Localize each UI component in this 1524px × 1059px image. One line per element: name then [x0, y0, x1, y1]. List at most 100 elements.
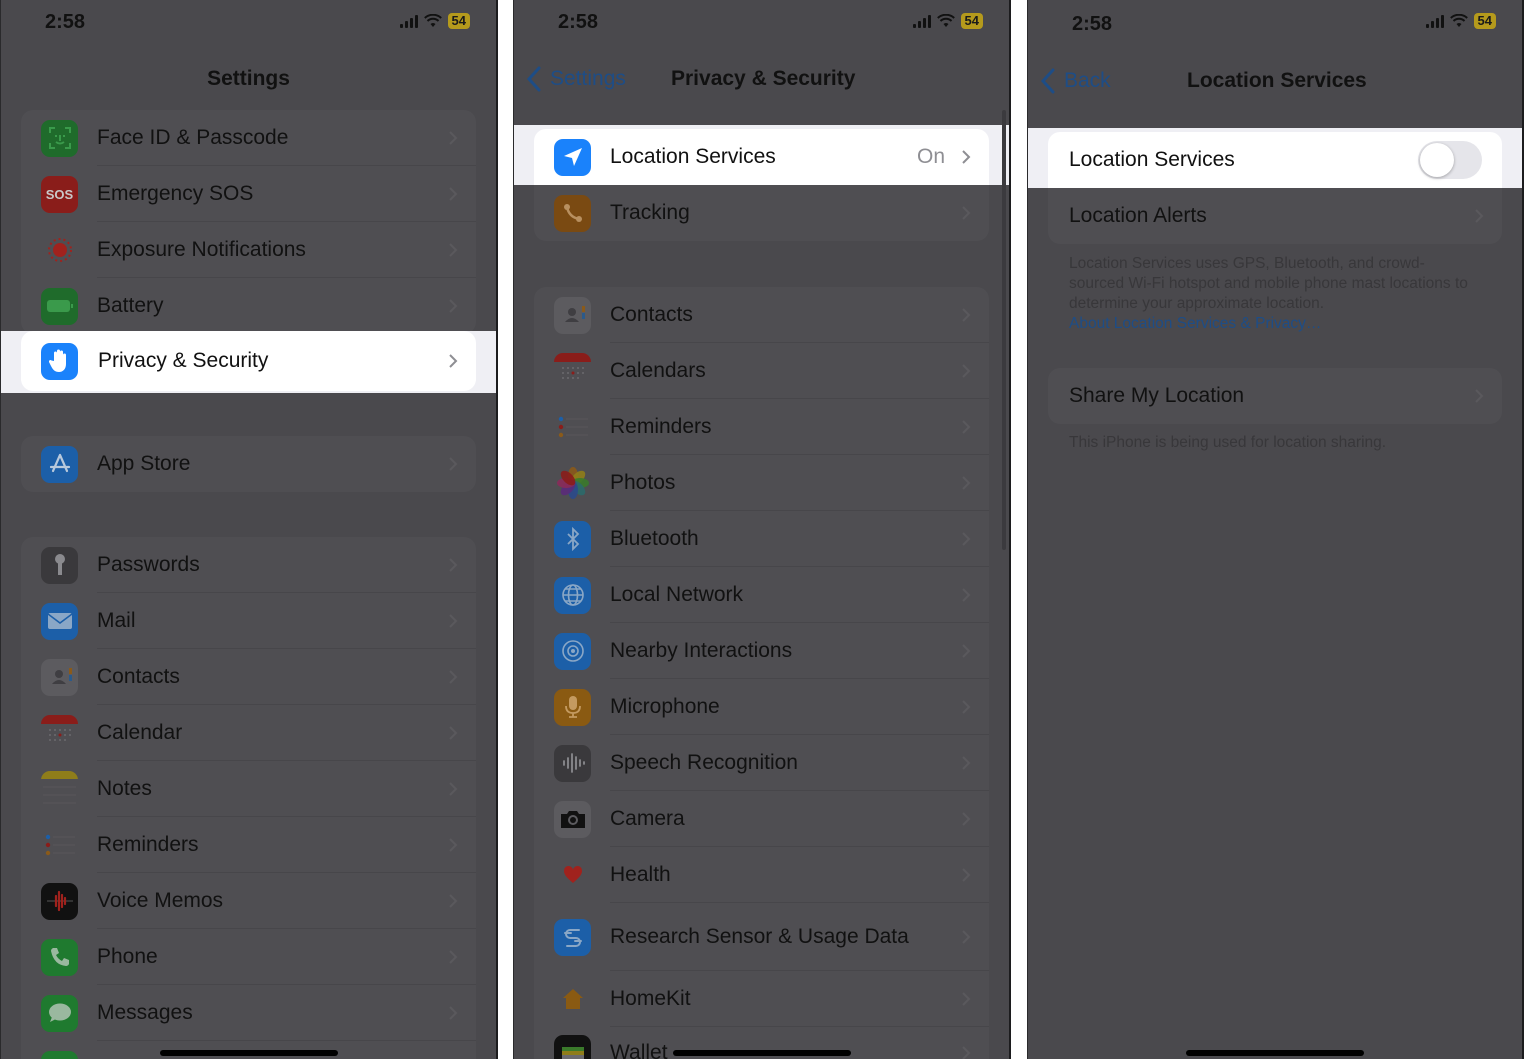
chevron-right-icon	[449, 243, 458, 257]
chevron-right-icon	[449, 726, 458, 740]
bluetooth-icon	[554, 520, 591, 558]
battery-level: 54	[1473, 13, 1496, 29]
settings-row-reminders[interactable]: Reminders	[21, 817, 476, 873]
privacy-row-contacts[interactable]: Contacts	[534, 287, 989, 343]
settings-row-messages[interactable]: Messages	[21, 985, 476, 1041]
settings-row-calendar[interactable]: Calendar	[21, 705, 476, 761]
reminders-icon	[554, 408, 591, 446]
app-store-icon	[41, 445, 78, 483]
page-title: Settings	[207, 67, 290, 90]
heart-icon	[554, 856, 591, 894]
back-button[interactable]: Back	[1040, 68, 1111, 94]
calendar-icon	[554, 352, 591, 390]
signal-icon	[912, 14, 931, 28]
settings-row-voice-memos[interactable]: Voice Memos	[21, 873, 476, 929]
highlight-band: Location Services On	[514, 125, 1009, 185]
settings-row-privacy-security[interactable]: Privacy & Security	[21, 331, 476, 391]
privacy-row-local-network[interactable]: Local Network	[534, 567, 989, 623]
privacy-row-tracking[interactable]: Tracking	[534, 185, 989, 241]
status-time: 2:58	[1072, 13, 1113, 35]
location-alerts-row[interactable]: Location Alerts	[1048, 188, 1502, 244]
status-bar: 2:58 54	[514, 0, 1009, 44]
chevron-right-icon	[449, 782, 458, 796]
privacy-row-location-services[interactable]: Location Services On	[534, 129, 989, 185]
chevron-left-icon	[526, 66, 541, 92]
settings-row-app-store[interactable]: App Store	[21, 436, 476, 492]
chevron-right-icon	[449, 614, 458, 628]
privacy-row-speech-recognition[interactable]: Speech Recognition	[534, 735, 989, 791]
research-icon	[554, 918, 591, 956]
battery-icon	[41, 287, 78, 325]
settings-row-face-id[interactable]: Face ID & Passcode	[21, 110, 476, 166]
page-title: Privacy & Security	[671, 67, 856, 90]
privacy-row-camera[interactable]: Camera	[534, 791, 989, 847]
chevron-right-icon	[962, 700, 971, 714]
settings-row-mail[interactable]: Mail	[21, 593, 476, 649]
back-button[interactable]: Settings	[526, 66, 626, 92]
globe-icon	[554, 576, 591, 614]
reminders-icon	[41, 826, 78, 864]
privacy-row-reminders[interactable]: Reminders	[534, 399, 989, 455]
chevron-right-icon	[962, 644, 971, 658]
tracking-icon	[554, 194, 591, 232]
page-title: Location Services	[1187, 69, 1367, 92]
settings-row-notes[interactable]: Notes	[21, 761, 476, 817]
location-status-value: On	[916, 145, 945, 168]
chevron-right-icon	[962, 588, 971, 602]
chevron-right-icon	[449, 131, 458, 145]
home-indicator	[672, 1050, 851, 1056]
privacy-row-health[interactable]: Health	[534, 847, 989, 903]
key-icon	[41, 546, 78, 584]
settings-row-emergency-sos[interactable]: SOS Emergency SOS	[21, 166, 476, 222]
location-group-2: Share My Location	[1048, 368, 1502, 424]
privacy-row-photos[interactable]: Photos	[534, 455, 989, 511]
chevron-right-icon	[449, 354, 458, 368]
scrollbar[interactable]	[1002, 110, 1006, 550]
status-time: 2:58	[45, 11, 86, 33]
waveform-icon	[554, 744, 591, 782]
chevron-right-icon	[449, 187, 458, 201]
voice-memos-icon	[41, 882, 78, 920]
chevron-right-icon	[449, 1006, 458, 1020]
settings-row-contacts[interactable]: Contacts	[21, 649, 476, 705]
share-my-location-row[interactable]: Share My Location	[1048, 368, 1502, 424]
face-id-icon	[41, 119, 78, 157]
notes-icon	[41, 770, 78, 808]
chevron-right-icon	[449, 558, 458, 572]
chevron-right-icon	[1475, 389, 1484, 403]
contacts-icon	[41, 658, 78, 696]
chevron-right-icon	[962, 364, 971, 378]
chevron-right-icon	[449, 670, 458, 684]
status-bar: 2:58 54	[1, 0, 496, 44]
about-location-privacy-link[interactable]: About Location Services & Privacy…	[1069, 315, 1321, 332]
location-services-toggle[interactable]	[1418, 141, 1482, 179]
privacy-row-bluetooth[interactable]: Bluetooth	[534, 511, 989, 567]
privacy-row-microphone[interactable]: Microphone	[534, 679, 989, 735]
location-arrow-icon	[554, 138, 591, 176]
sos-icon: SOS	[41, 175, 78, 213]
chevron-right-icon	[962, 420, 971, 434]
privacy-row-homekit[interactable]: HomeKit	[534, 971, 989, 1027]
exposure-icon	[41, 231, 78, 269]
hand-icon	[41, 342, 78, 380]
privacy-row-calendars[interactable]: Calendars	[534, 343, 989, 399]
settings-row-phone[interactable]: Phone	[21, 929, 476, 985]
privacy-group-2: Contacts Calendars Reminders Photos Blue…	[534, 287, 989, 1059]
settings-row-passwords[interactable]: Passwords	[21, 537, 476, 593]
privacy-row-nearby-interactions[interactable]: Nearby Interactions	[534, 623, 989, 679]
status-bar: 2:58 54	[1028, 0, 1522, 44]
camera-icon	[554, 800, 591, 838]
wallet-icon	[554, 1035, 591, 1059]
chevron-right-icon	[962, 992, 971, 1006]
settings-row-exposure[interactable]: Exposure Notifications	[21, 222, 476, 278]
chevron-right-icon	[962, 930, 971, 944]
settings-screen: 2:58 54 Settings Face ID & Passcode SOS …	[0, 0, 498, 1059]
mail-icon	[41, 602, 78, 640]
chevron-left-icon	[1040, 68, 1055, 94]
status-time: 2:58	[558, 11, 599, 33]
chevron-right-icon	[962, 868, 971, 882]
location-footnote: Location Services uses GPS, Bluetooth, a…	[1069, 255, 1468, 332]
privacy-row-research-sensor[interactable]: Research Sensor & Usage Data	[534, 903, 989, 971]
settings-row-battery[interactable]: Battery	[21, 278, 476, 334]
nearby-icon	[554, 632, 591, 670]
